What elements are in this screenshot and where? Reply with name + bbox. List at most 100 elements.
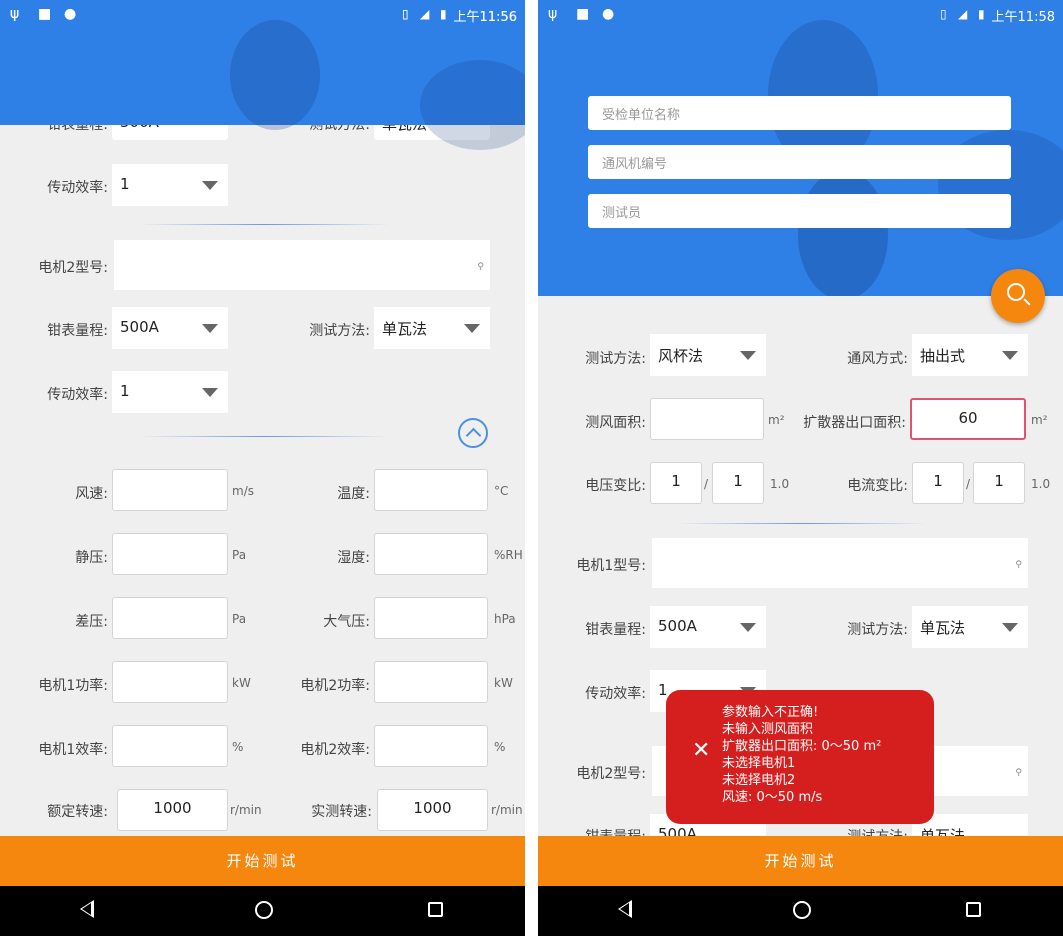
field-unit: %: [494, 740, 506, 754]
search-icon: [1007, 283, 1025, 301]
left-screen: ψ ■ ● ▯ ◢ ▮ 上午11:56 钳表量程: 500A 测试方法: 单瓦法…: [0, 0, 525, 936]
clamp-range-value: 500A: [120, 318, 159, 336]
field-unit: Pa: [232, 548, 247, 562]
current-ratio-b-input[interactable]: 1: [973, 462, 1025, 504]
back-icon[interactable]: [80, 900, 94, 918]
dropdown-arrow-icon: [1002, 623, 1018, 632]
field-unit: %RH: [494, 548, 523, 562]
header-banner: 受检单位名称 通风机编号 测试员: [538, 0, 1063, 296]
collapse-up-icon[interactable]: [458, 418, 488, 448]
test-method-select[interactable]: 单瓦法: [374, 307, 490, 349]
field-label: 湿度:: [337, 550, 370, 566]
error-line: 未选择电机2: [722, 773, 796, 788]
wind-area-label: 测风面积:: [585, 415, 646, 431]
field-input[interactable]: [112, 725, 228, 767]
field-input[interactable]: [374, 597, 488, 639]
test-method2-value: 单瓦法: [920, 619, 966, 637]
voltage-ratio-a-value: 1: [671, 472, 681, 490]
start-test-button[interactable]: 开始测试: [0, 836, 525, 886]
field-unit: Pa: [232, 612, 247, 626]
tester-input[interactable]: 测试员: [588, 194, 1011, 228]
test-method-select[interactable]: 风杯法: [650, 334, 766, 376]
start-test-button[interactable]: 开始测试: [538, 836, 1063, 886]
field-unit: kW: [494, 676, 513, 690]
current-ratio-result: 1.0: [1031, 477, 1051, 491]
motor2-label: 电机2型号:: [38, 260, 108, 276]
current-ratio-a-input[interactable]: 1: [912, 462, 964, 504]
wind-area-input[interactable]: [650, 398, 764, 440]
recent-apps-icon[interactable]: [428, 902, 443, 917]
rated-speed-value: 1000: [153, 799, 192, 817]
test-method-value: 单瓦法: [382, 320, 428, 338]
search-icon: ⚲: [1015, 560, 1022, 570]
error-line: 未选择电机1: [722, 756, 796, 771]
clamp-range-select[interactable]: 500A: [650, 606, 766, 648]
field-input[interactable]: [374, 533, 488, 575]
inspected-unit-input[interactable]: 受检单位名称: [588, 96, 1011, 130]
search-icon: ⚲: [1015, 768, 1022, 778]
dropdown-arrow-icon: [202, 388, 218, 397]
field-label: 电机1效率:: [38, 742, 108, 758]
current-ratio-a-value: 1: [933, 472, 943, 490]
field-input[interactable]: [112, 533, 228, 575]
motor2-input[interactable]: ⚲: [114, 240, 490, 290]
rated-speed-label: 额定转速:: [47, 804, 108, 820]
test-method-label: 测试方法:: [309, 323, 370, 339]
search-button[interactable]: [991, 269, 1045, 323]
efficiency2-value: 1: [120, 382, 130, 400]
field-input[interactable]: [112, 597, 228, 639]
nav-bar: [0, 886, 525, 936]
diffuser-area-value: 60: [958, 409, 978, 427]
close-icon: ✕: [692, 738, 711, 763]
field-input[interactable]: [112, 469, 228, 511]
field-input[interactable]: [112, 661, 228, 703]
field-input[interactable]: [374, 661, 488, 703]
error-line: 未输入测风面积: [722, 722, 814, 737]
field-input[interactable]: [374, 725, 488, 767]
field-label: 静压:: [75, 550, 108, 566]
voltage-ratio-a-input[interactable]: 1: [650, 462, 702, 504]
measured-speed-label: 实测转速:: [311, 804, 372, 820]
diffuser-area-unit: m²: [1031, 413, 1048, 427]
dropdown-arrow-icon: [740, 351, 756, 360]
efficiency-value: 1: [120, 175, 130, 193]
dropdown-arrow-icon: [464, 324, 480, 333]
measured-speed-input[interactable]: 1000: [377, 789, 488, 831]
field-label: 电机2效率:: [300, 742, 370, 758]
efficiency2-select[interactable]: 1: [112, 371, 228, 413]
divider: [140, 436, 390, 437]
clamp-range-select[interactable]: 500A: [112, 307, 228, 349]
dropdown-arrow-icon: [202, 324, 218, 333]
field-unit: m/s: [232, 484, 254, 498]
voltage-ratio-b-input[interactable]: 1: [712, 462, 764, 504]
test-method2-select[interactable]: 单瓦法: [912, 606, 1028, 648]
clamp-range-label: 钳表量程:: [585, 622, 646, 638]
home-icon[interactable]: [793, 901, 811, 919]
field-unit: hPa: [494, 612, 516, 626]
field-unit: %: [232, 740, 244, 754]
ventilation-value: 抽出式: [920, 347, 966, 365]
motor1-label: 电机1型号:: [576, 558, 646, 574]
test-method-label: 测试方法:: [585, 351, 646, 367]
home-icon[interactable]: [255, 901, 273, 919]
divider: [140, 224, 390, 225]
diffuser-area-input[interactable]: 60: [910, 398, 1026, 440]
ventilation-select[interactable]: 抽出式: [912, 334, 1028, 376]
voltage-ratio-result: 1.0: [770, 477, 790, 491]
wind-area-unit: m²: [768, 413, 785, 427]
efficiency2-label: 传动效率:: [47, 387, 108, 403]
rated-speed-input[interactable]: 1000: [117, 789, 228, 831]
current-ratio-label: 电流变比:: [847, 478, 908, 494]
dropdown-arrow-icon: [1002, 351, 1018, 360]
field-input[interactable]: [374, 469, 488, 511]
inspected-unit-placeholder: 受检单位名称: [602, 108, 681, 123]
back-icon[interactable]: [618, 900, 632, 918]
clock: 上午11:58: [991, 10, 1055, 25]
recent-apps-icon[interactable]: [966, 902, 981, 917]
fan-number-input[interactable]: 通风机编号: [588, 145, 1011, 179]
motor1-input[interactable]: ⚲: [652, 538, 1028, 588]
error-toast: ✕ 参数输入不正确! 未输入测风面积 扩散器出口面积: 0～50 m² 未选择电机1 未…: [666, 690, 934, 824]
efficiency-select[interactable]: 1: [112, 164, 228, 206]
nav-bar: [538, 886, 1063, 936]
battery-icon: ▮: [978, 7, 985, 21]
